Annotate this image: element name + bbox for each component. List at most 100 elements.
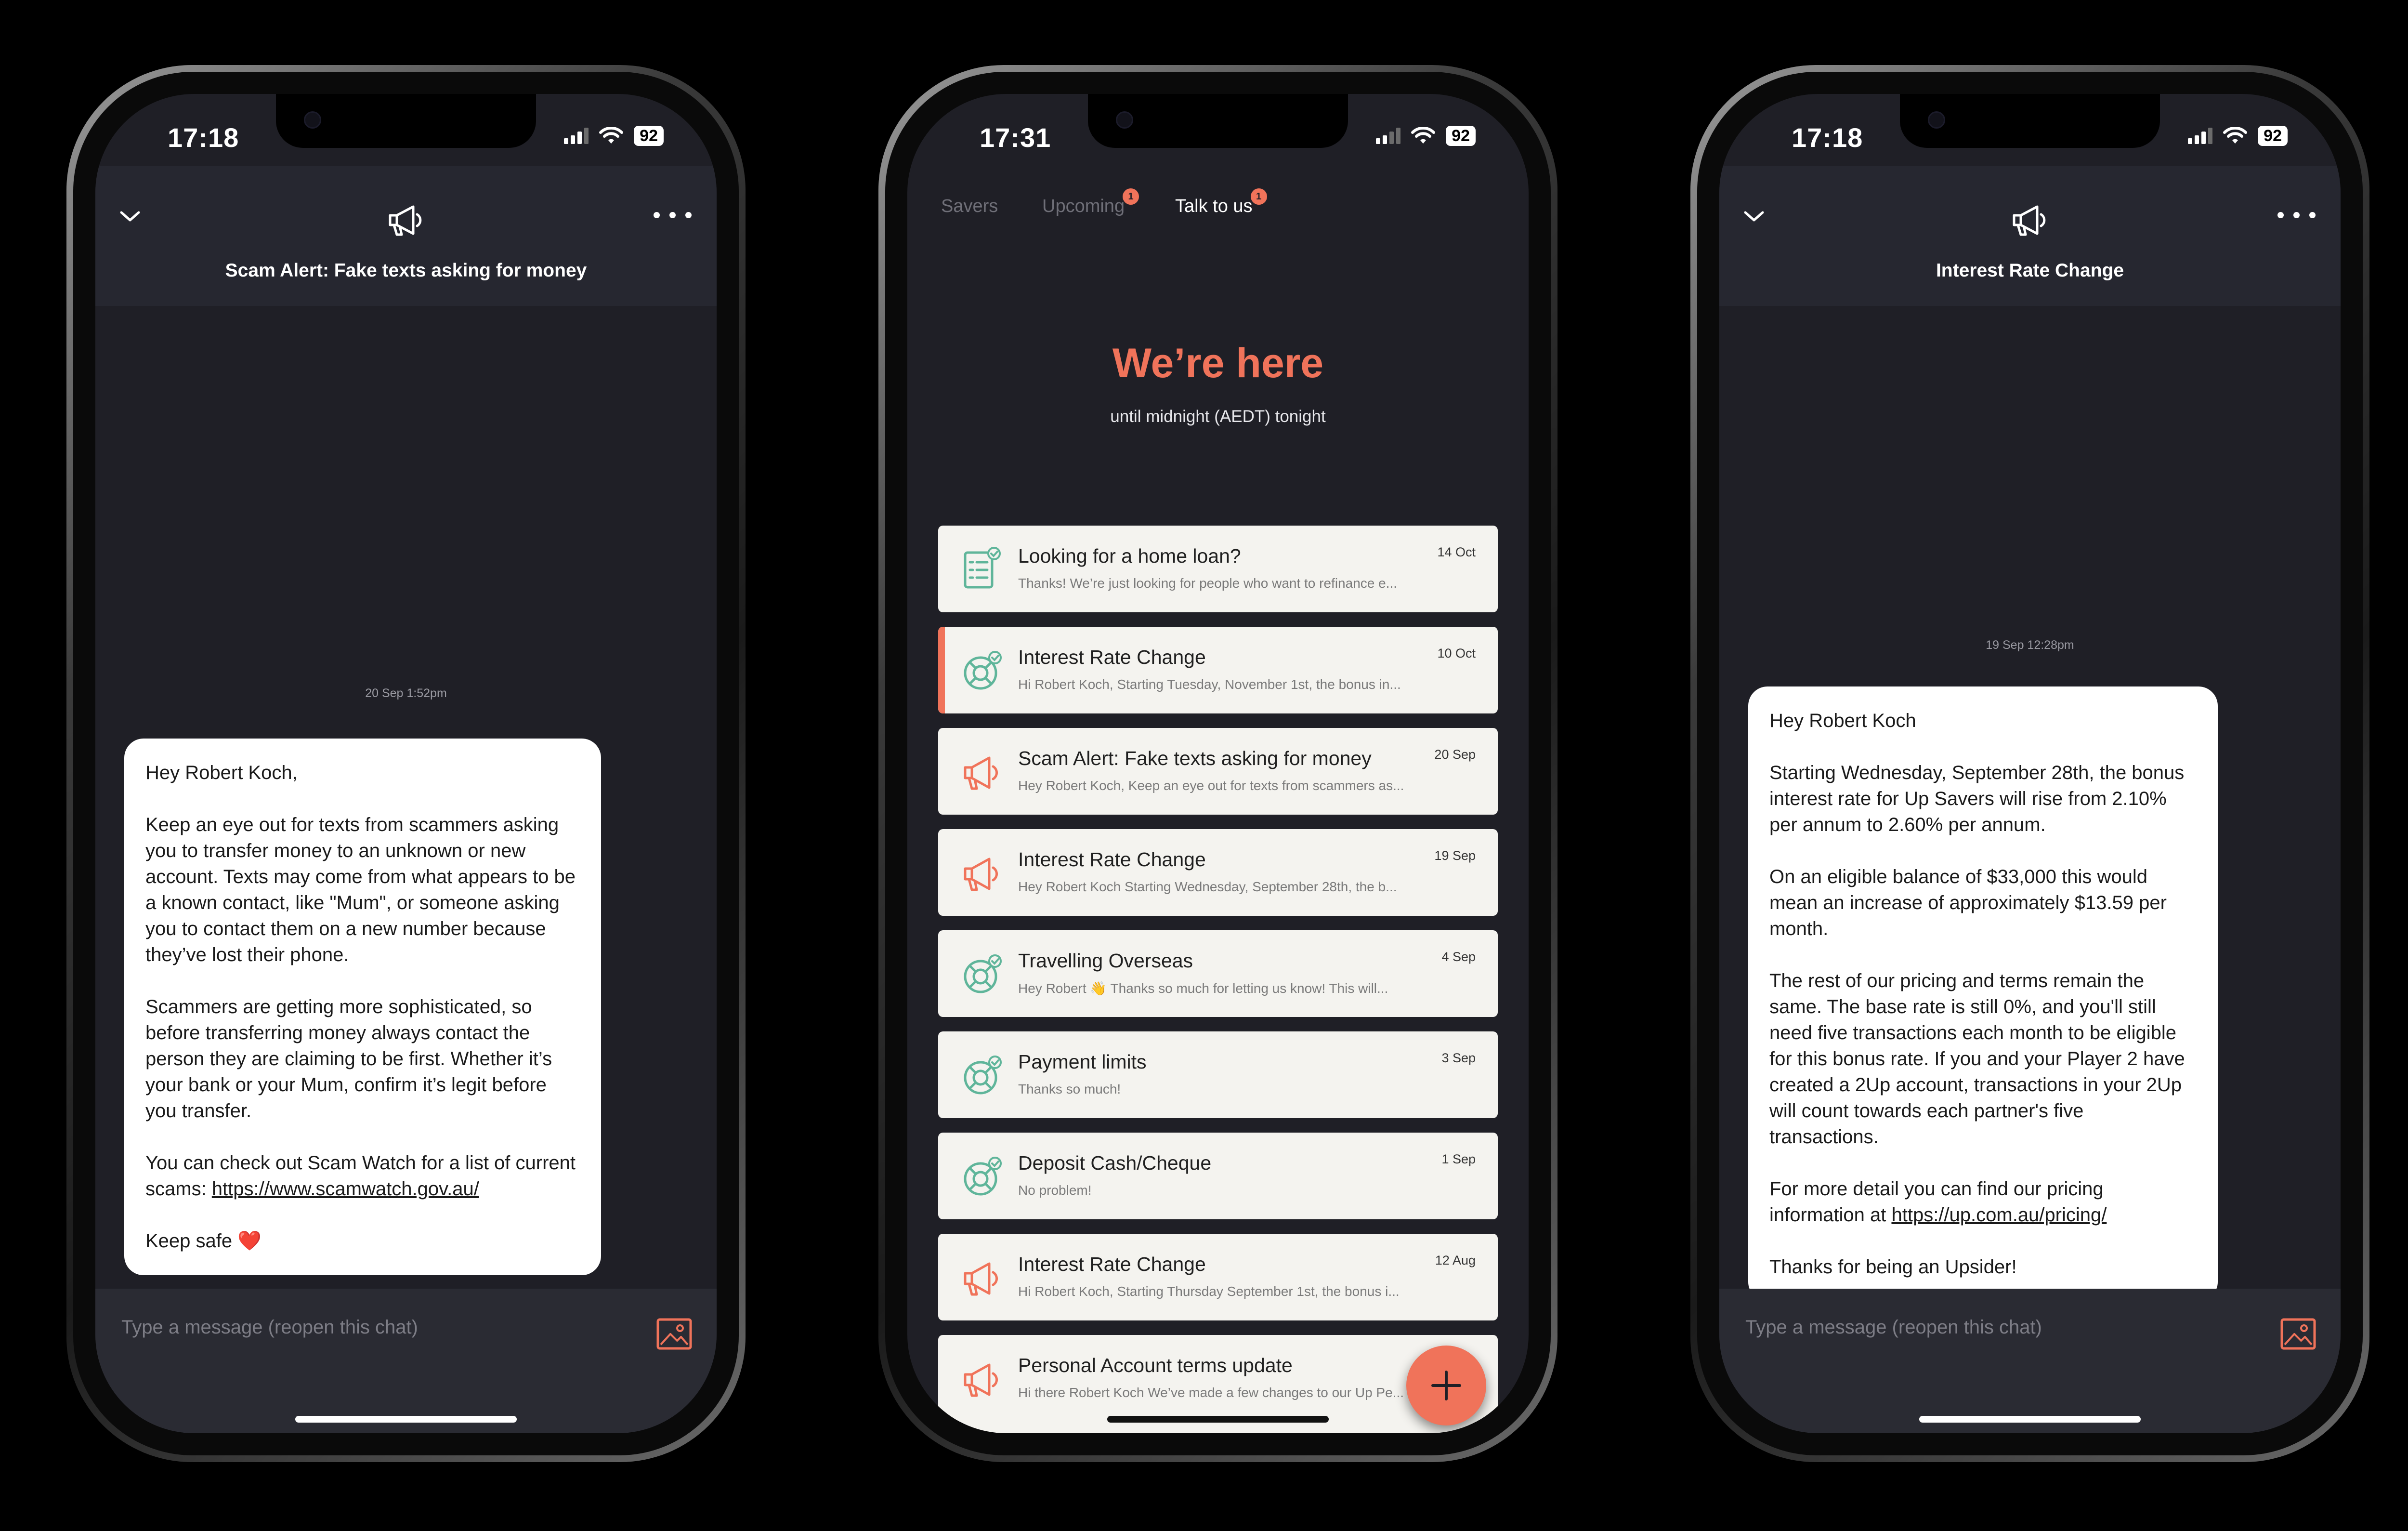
status-time: 17:18 bbox=[168, 122, 239, 153]
conversation-item[interactable]: Travelling Overseas Hey Robert 👋 Thanks s… bbox=[938, 930, 1498, 1017]
signal-icon bbox=[2188, 128, 2213, 144]
chat-title: Scam Alert: Fake texts asking for money bbox=[225, 260, 587, 281]
wifi-icon bbox=[599, 127, 624, 144]
home-indicator[interactable] bbox=[1919, 1416, 2141, 1423]
conversation-title: Looking for a home loan? bbox=[1018, 545, 1241, 567]
megaphone-icon bbox=[961, 849, 1005, 896]
new-chat-button[interactable] bbox=[1406, 1346, 1486, 1425]
conversation-list: Looking for a home loan? Thanks! We’re ju… bbox=[938, 526, 1498, 1433]
message-timestamp: 19 Sep 12:28pm bbox=[1986, 638, 2074, 652]
message-greeting: Hey Robert Koch bbox=[1769, 710, 1916, 731]
availability-subtitle: until midnight (AEDT) tonight bbox=[1110, 407, 1326, 426]
conversation-title: Payment limits bbox=[1018, 1051, 1147, 1073]
message-greeting: Hey Robert Koch, bbox=[145, 762, 298, 783]
conversation-date: 10 Oct bbox=[1437, 646, 1476, 660]
conversation-date: 12 Aug bbox=[1435, 1253, 1476, 1267]
conversation-title: Deposit Cash/Cheque bbox=[1018, 1152, 1212, 1174]
tab-bar: Savers Upcoming 1 Talk to us 1 bbox=[907, 188, 1529, 229]
conversation-item[interactable]: Scam Alert: Fake texts asking for money H… bbox=[938, 728, 1498, 815]
lifebuoy-icon bbox=[961, 1153, 1005, 1199]
conversation-preview: Hi Robert Koch, Starting Thursday Septem… bbox=[1018, 1284, 1400, 1299]
message-input[interactable]: Type a message (reopen this chat) bbox=[1745, 1317, 2042, 1338]
front-camera bbox=[304, 111, 321, 129]
message-bubble: Hey Robert Koch Starting Wednesday, Sept… bbox=[1748, 686, 2218, 1301]
conversation-preview: Hi Robert Koch, Starting Tuesday, Novemb… bbox=[1018, 677, 1401, 692]
megaphone-icon bbox=[961, 1254, 1005, 1300]
conversation-title: Travelling Overseas bbox=[1018, 950, 1193, 972]
home-indicator[interactable] bbox=[295, 1416, 517, 1423]
status-time: 17:31 bbox=[980, 122, 1051, 153]
chat-screen: 17:18 92 Interest Rate Change 19 Sep 12:… bbox=[1719, 94, 2341, 1433]
notch bbox=[1900, 94, 2160, 148]
conversation-title: Personal Account terms update bbox=[1018, 1354, 1293, 1376]
chevron-down-icon[interactable] bbox=[1743, 206, 1765, 227]
conversation-preview: Hi there Robert Koch We’ve made a few ch… bbox=[1018, 1385, 1404, 1400]
pricing-link[interactable]: https://up.com.au/pricing/ bbox=[1891, 1204, 2107, 1226]
more-options-icon[interactable] bbox=[654, 212, 692, 218]
signal-icon bbox=[1376, 128, 1401, 144]
conversation-date: 3 Sep bbox=[1441, 1051, 1476, 1065]
chat-screen: 17:18 92 Scam Alert: Fake texts asking f… bbox=[95, 94, 717, 1433]
message-signoff: Keep safe ❤️ bbox=[145, 1230, 262, 1252]
conversation-date: 1 Sep bbox=[1441, 1152, 1476, 1166]
chevron-down-icon[interactable] bbox=[119, 206, 141, 227]
conversation-title: Interest Rate Change bbox=[1018, 1253, 1206, 1275]
message-paragraph: The rest of our pricing and terms remain… bbox=[1769, 970, 2185, 1148]
notification-badge: 1 bbox=[1123, 188, 1139, 205]
message-input-bar: Type a message (reopen this chat) bbox=[1719, 1289, 2341, 1433]
message-paragraph: Keep an eye out for texts from scammers … bbox=[145, 814, 576, 965]
battery-indicator: 92 bbox=[1446, 126, 1476, 146]
phone-left: 17:18 92 Scam Alert: Fake texts asking f… bbox=[66, 65, 746, 1462]
battery-indicator: 92 bbox=[634, 126, 664, 146]
conversation-preview: No problem! bbox=[1018, 1183, 1092, 1198]
image-attach-icon[interactable] bbox=[2280, 1318, 2316, 1350]
notification-badge: 1 bbox=[1250, 188, 1267, 205]
conversation-item[interactable]: Interest Rate Change Hi Robert Koch, Star… bbox=[938, 627, 1498, 713]
conversation-date: 4 Sep bbox=[1441, 950, 1476, 964]
tab-savers[interactable]: Savers bbox=[941, 196, 998, 217]
front-camera bbox=[1116, 111, 1133, 129]
tab-upcoming[interactable]: Upcoming 1 bbox=[1042, 188, 1139, 217]
megaphone-icon bbox=[389, 205, 422, 236]
message-paragraph: Scammers are getting more sophisticated,… bbox=[145, 996, 552, 1122]
checklist-icon bbox=[961, 546, 1005, 592]
phone-right: 17:18 92 Interest Rate Change 19 Sep 12:… bbox=[1690, 65, 2369, 1462]
lifebuoy-icon bbox=[961, 950, 1005, 997]
conversation-preview: Thanks! We’re just looking for people wh… bbox=[1018, 576, 1398, 591]
talk-to-us-screen: 17:31 92 Savers Upcoming 1 Talk to us 1 We… bbox=[907, 94, 1529, 1433]
front-camera bbox=[1928, 111, 1945, 129]
wifi-icon bbox=[1411, 127, 1436, 144]
availability-title: We’re here bbox=[1112, 340, 1324, 386]
lifebuoy-icon bbox=[961, 647, 1005, 693]
conversation-item[interactable]: Interest Rate Change Hey Robert Koch Star… bbox=[938, 829, 1498, 916]
notch bbox=[1088, 94, 1348, 148]
message-input-bar: Type a message (reopen this chat) bbox=[95, 1289, 717, 1433]
wifi-icon bbox=[2223, 127, 2248, 144]
conversation-date: 20 Sep bbox=[1434, 747, 1476, 762]
signal-icon bbox=[564, 128, 589, 144]
megaphone-icon bbox=[961, 748, 1005, 794]
scamwatch-link[interactable]: https://www.scamwatch.gov.au/ bbox=[212, 1178, 479, 1200]
conversation-preview: Hey Robert 👋 Thanks so much for letting … bbox=[1018, 981, 1388, 996]
home-indicator[interactable] bbox=[1107, 1416, 1329, 1423]
conversation-title: Scam Alert: Fake texts asking for money bbox=[1018, 747, 1372, 769]
message-timestamp: 20 Sep 1:52pm bbox=[365, 686, 447, 700]
more-options-icon[interactable] bbox=[2277, 212, 2316, 218]
message-bubble: Hey Robert Koch, Keep an eye out for tex… bbox=[124, 739, 601, 1275]
conversation-title: Interest Rate Change bbox=[1018, 848, 1206, 871]
conversation-date: 19 Sep bbox=[1434, 848, 1476, 863]
conversation-date: 14 Oct bbox=[1437, 545, 1476, 559]
conversation-item[interactable]: Looking for a home loan? Thanks! We’re ju… bbox=[938, 526, 1498, 612]
message-input[interactable]: Type a message (reopen this chat) bbox=[121, 1317, 418, 1338]
megaphone-icon bbox=[2013, 205, 2046, 236]
battery-indicator: 92 bbox=[2258, 126, 2288, 146]
conversation-preview: Hey Robert Koch, Keep an eye out for tex… bbox=[1018, 778, 1404, 793]
conversation-item[interactable]: Deposit Cash/Cheque No problem! 1 Sep bbox=[938, 1133, 1498, 1219]
megaphone-icon bbox=[961, 1355, 1005, 1401]
conversation-item[interactable]: Payment limits Thanks so much! 3 Sep bbox=[938, 1031, 1498, 1118]
conversation-item[interactable]: Interest Rate Change Hi Robert Koch, Star… bbox=[938, 1234, 1498, 1320]
conversation-title: Interest Rate Change bbox=[1018, 646, 1206, 668]
message-paragraph: Starting Wednesday, September 28th, the … bbox=[1769, 762, 2185, 835]
tab-talk-to-us[interactable]: Talk to us 1 bbox=[1175, 188, 1267, 217]
image-attach-icon[interactable] bbox=[656, 1318, 693, 1350]
